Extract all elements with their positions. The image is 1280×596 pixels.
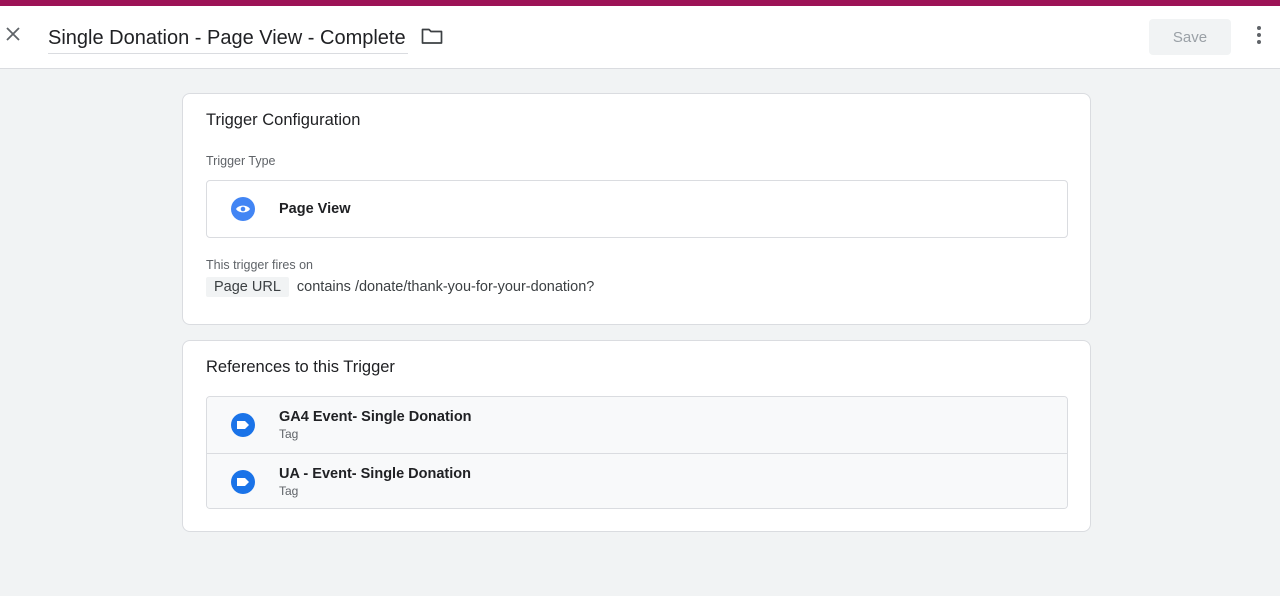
title-wrap: Single Donation - Page View - Complete [48, 20, 444, 56]
reference-name: UA - Event- Single Donation [279, 465, 471, 482]
trigger-type-selector[interactable]: Page View [206, 180, 1068, 238]
card-title: References to this Trigger [206, 358, 395, 376]
reference-type: Tag [279, 427, 299, 441]
reference-type: Tag [279, 483, 299, 498]
folder-button[interactable] [420, 26, 444, 50]
reference-text: UA - Event- Single Donation Tag [279, 465, 471, 499]
folder-icon [421, 27, 443, 50]
more-options-button[interactable] [1248, 24, 1270, 50]
card-title: Trigger Configuration [206, 111, 361, 129]
list-item[interactable]: UA - Event- Single Donation Tag [207, 453, 1067, 508]
eye-icon [231, 197, 255, 221]
close-button[interactable] [2, 25, 24, 47]
save-button[interactable]: Save [1149, 19, 1231, 55]
trigger-type-name: Page View [279, 201, 351, 217]
trigger-type-label: Trigger Type [206, 154, 276, 168]
references-card: References to this Trigger GA4 Event- Si… [182, 340, 1091, 532]
tag-icon [231, 469, 255, 494]
trigger-name-field[interactable]: Single Donation - Page View - Complete [48, 23, 408, 54]
close-icon [5, 26, 21, 47]
list-item[interactable]: GA4 Event- Single Donation Tag [207, 397, 1067, 453]
variable-chip: Page URL [206, 277, 289, 297]
trigger-condition: Page URL contains /donate/thank-you-for-… [206, 277, 594, 297]
condition-expression: contains /donate/thank-you-for-your-dona… [296, 279, 595, 295]
reference-list: GA4 Event- Single Donation Tag UA - Even… [206, 396, 1068, 509]
fires-on-label: This trigger fires on [206, 258, 313, 272]
reference-name: GA4 Event- Single Donation [279, 409, 472, 425]
reference-text: GA4 Event- Single Donation Tag [279, 408, 472, 442]
trigger-configuration-card[interactable]: Trigger Configuration Trigger Type Page … [182, 93, 1091, 325]
tag-icon [231, 413, 255, 437]
header: Single Donation - Page View - Complete S… [0, 6, 1280, 69]
more-vert-icon [1256, 25, 1262, 50]
